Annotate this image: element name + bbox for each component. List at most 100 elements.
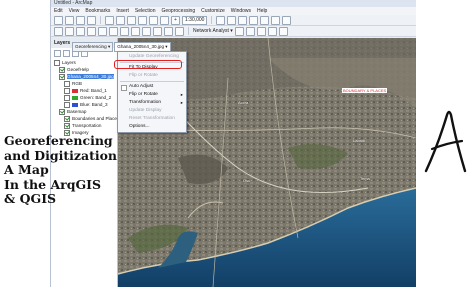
layer-visibility-checkbox[interactable] [64,87,70,94]
band-color-swatch [72,88,78,93]
menu-item-flip-or-rotate[interactable]: Flip or Rotate ▸ [118,91,186,99]
save-icon[interactable] [76,15,85,25]
toc-layer-item[interactable]: Blue: Band_3 [51,101,117,108]
menu-item-label: Flip or Rotate [129,73,158,78]
menu-edit[interactable]: Edit [54,7,63,15]
toc-layer-item[interactable]: Transportation [51,122,117,129]
route-icon[interactable] [245,26,255,36]
back-extent-icon[interactable] [120,26,129,36]
basemap-logo: BOUNDARY & PLACES [342,88,388,93]
toc-layer-item[interactable]: Green: Band_2 [51,94,117,101]
fixed-zoom-out-icon[interactable] [109,26,118,36]
toc-layer-label: Boundaries and Places [72,116,120,121]
menu-windows[interactable]: Windows [231,7,251,15]
arctoolbox-icon[interactable] [260,15,270,25]
list-by-source-icon[interactable] [63,50,70,57]
layer-visibility-checkbox[interactable] [59,66,65,73]
layer-visibility-checkbox[interactable] [64,122,70,129]
map-scale-select[interactable]: 1:30,000 [182,15,208,25]
copy-icon[interactable] [116,15,125,25]
menu-item-flip-or-rotate: Flip or Rotate [118,72,186,80]
catalog-icon[interactable] [238,15,248,25]
full-extent-icon[interactable] [87,26,96,36]
paste-icon[interactable] [127,15,136,25]
layer-visibility-checkbox[interactable] [59,108,65,115]
submenu-arrow-icon: ▸ [180,100,183,105]
zoom-out-icon[interactable] [65,26,74,36]
menu-bar: Edit View Bookmarks Insert Selection Geo… [51,7,416,15]
python-icon[interactable] [271,15,281,25]
layer-visibility-checkbox[interactable] [64,80,70,87]
pan-icon[interactable] [76,26,85,36]
toc-layer-label: Green: Band_2 [80,95,112,100]
add-data-icon[interactable]: + [171,15,180,25]
identify-icon[interactable] [153,26,162,36]
toc-layer-item[interactable]: Ghana_2005n4_30.jpg [51,73,117,80]
toc-layer-item[interactable]: Layers [51,59,117,66]
menu-item-options[interactable]: Options... [118,123,186,131]
toc-layer-item[interactable]: Boundaries and Places [51,115,120,122]
network-icon[interactable] [234,26,244,36]
tools-toolbar: Network Analyst ▾ [51,26,416,37]
toc-layer-label: RGB [72,81,82,86]
toc-layer-item[interactable]: RGB [51,80,117,87]
menu-item-label: Auto Adjust [129,84,154,89]
letter-text: A [420,105,421,106]
layer-visibility-checkbox[interactable] [64,115,70,122]
toc-layer-label: Ghana_2005n4_30.jpg [67,74,114,79]
cut-icon[interactable] [105,15,114,25]
zoom-in-icon[interactable] [54,26,63,36]
redo-icon[interactable] [160,15,169,25]
new-icon[interactable] [54,15,63,25]
menu-item-transformation[interactable]: Transformation ▸ [118,99,186,107]
layer-visibility-checkbox[interactable] [54,59,60,66]
delete-icon[interactable] [138,15,147,25]
map-label: Accra [238,100,249,105]
fixed-zoom-in-icon[interactable] [98,26,107,36]
menu-item-label: Flip or Rotate [129,92,158,97]
layer-visibility-checkbox[interactable] [64,94,70,101]
undo-icon[interactable] [149,15,158,25]
menu-item-label: Options... [129,124,150,129]
toc-layer-item[interactable]: Basemap [51,108,117,115]
map-label: Labadi [353,138,366,143]
band-color-swatch [72,95,78,100]
measure-icon[interactable] [175,26,184,36]
list-by-drawing-order-icon[interactable] [54,50,61,57]
standard-toolbar: + 1:30,000 [51,15,416,26]
editor-icon[interactable] [216,15,226,25]
layer-visibility-checkbox[interactable] [64,101,70,108]
window-icon[interactable] [278,26,288,36]
model-builder-icon[interactable] [282,15,292,25]
toolbar-divider [100,16,101,24]
select-features-icon[interactable] [142,26,151,36]
caption-line: and Digitization [4,147,118,163]
toc-layer-item[interactable]: Red: Band_1 [51,87,117,94]
toc-layer-label: Red: Band_1 [80,88,107,93]
directions-icon[interactable] [267,26,277,36]
menu-selection[interactable]: Selection [135,7,156,15]
menu-geoprocessing[interactable]: Geoprocessing [161,7,195,15]
network-analyst-dropdown[interactable]: Network Analyst ▾ [193,28,233,34]
print-icon[interactable] [87,15,96,25]
toc-layer-label: GeoefHelp [67,67,89,72]
toc-icon[interactable] [227,15,237,25]
menu-view[interactable]: View [69,7,80,15]
find-icon[interactable] [164,26,173,36]
forward-extent-icon[interactable] [131,26,140,36]
menu-help[interactable]: Help [257,7,267,15]
menu-item-label: Transformation [129,100,162,105]
menu-item-update-display: Update Display [118,107,186,115]
layer-visibility-checkbox[interactable] [59,73,65,80]
menu-bookmarks[interactable]: Bookmarks [85,7,110,15]
open-icon[interactable] [65,15,74,25]
menu-customize[interactable]: Customize [201,7,225,15]
search-icon[interactable] [249,15,259,25]
georeferencing-menu-button[interactable]: Georeferencing ▾ [72,42,114,52]
toolbar-divider [211,16,213,24]
menu-insert[interactable]: Insert [116,7,129,15]
menu-item-auto-adjust[interactable]: Auto Adjust [118,83,186,91]
solve-icon[interactable] [256,26,266,36]
submenu-arrow-icon: ▸ [180,92,183,97]
toc-layer-item[interactable]: GeoefHelp [51,66,117,73]
